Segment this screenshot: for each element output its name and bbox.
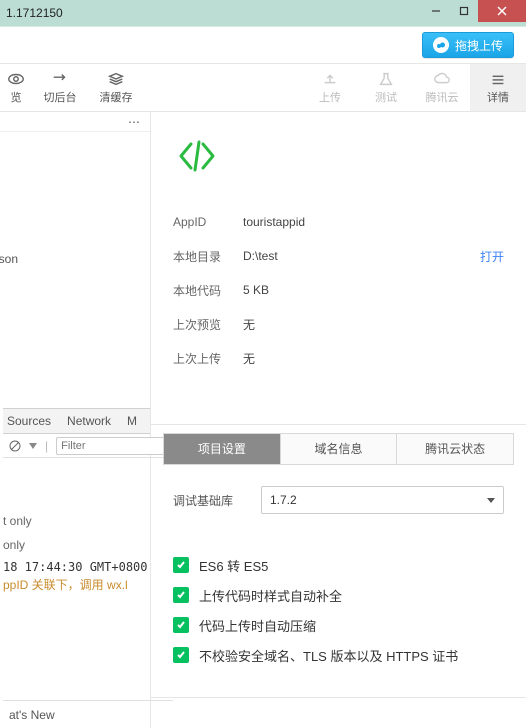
upload-bar: 拖拽上传 bbox=[0, 26, 526, 64]
toolbar-preview[interactable]: 览 bbox=[0, 64, 32, 111]
check-style[interactable]: 上传代码时样式自动补全 bbox=[173, 580, 504, 610]
ban-icon[interactable] bbox=[9, 440, 21, 452]
file-item[interactable]: fig.json bbox=[0, 252, 18, 266]
toolbar-details[interactable]: 详情 bbox=[470, 64, 526, 111]
project-detail: AppIDtouristappid 本地目录D:\test 打开 本地代码5 KB… bbox=[151, 112, 526, 402]
base-library-select[interactable]: 1.7.2 bbox=[261, 486, 504, 514]
layers-icon bbox=[107, 71, 125, 87]
window-title: 1.1712150 bbox=[6, 6, 63, 20]
file-ellipsis[interactable]: ⋯ bbox=[0, 112, 150, 132]
cloud-icon bbox=[433, 37, 449, 53]
drag-upload-button[interactable]: 拖拽上传 bbox=[422, 32, 514, 58]
window-controls bbox=[422, 0, 526, 22]
cloud-icon bbox=[433, 71, 451, 87]
chevron-down-icon bbox=[487, 498, 495, 503]
app-logo-icon bbox=[173, 136, 504, 179]
checkbox-checked-icon bbox=[173, 587, 189, 603]
check-es6[interactable]: ES6 转 ES5 bbox=[173, 550, 504, 580]
appid-label: AppID bbox=[173, 215, 243, 229]
flask-icon bbox=[377, 71, 395, 87]
last-preview-value: 无 bbox=[243, 316, 255, 333]
local-dir-label: 本地目录 bbox=[173, 248, 243, 265]
maximize-button[interactable] bbox=[450, 0, 478, 22]
devtools-tabs: Sources Network M bbox=[3, 408, 150, 434]
checkbox-checked-icon bbox=[173, 647, 189, 663]
dropdown-icon[interactable] bbox=[29, 443, 37, 449]
last-upload-label: 上次上传 bbox=[173, 350, 243, 367]
check-no-verify[interactable]: 不校验安全域名、TLS 版本以及 HTTPS 证书 bbox=[173, 640, 504, 670]
eye-icon bbox=[7, 71, 25, 87]
checkbox-checked-icon bbox=[173, 617, 189, 633]
drag-upload-label: 拖拽上传 bbox=[455, 37, 503, 54]
tab-cloud-status[interactable]: 腾讯云状态 bbox=[397, 434, 513, 464]
toolbar: 览 切后台 清缓存 上传 测试 腾讯云 详情 bbox=[0, 64, 526, 112]
settings-tabs: 项目设置 域名信息 腾讯云状态 bbox=[151, 424, 526, 464]
toolbar-test[interactable]: 测试 bbox=[358, 64, 414, 111]
toolbar-background[interactable]: 切后台 bbox=[32, 64, 88, 111]
appid-value: touristappid bbox=[243, 215, 305, 229]
divider bbox=[151, 697, 526, 698]
menu-icon bbox=[489, 71, 507, 87]
base-library-label: 调试基础库 bbox=[173, 492, 249, 509]
local-code-label: 本地代码 bbox=[173, 282, 243, 299]
toolbar-tencent-cloud[interactable]: 腾讯云 bbox=[414, 64, 470, 111]
toolbar-upload[interactable]: 上传 bbox=[302, 64, 358, 111]
switch-icon bbox=[51, 71, 69, 87]
local-dir-value: D:\test bbox=[243, 249, 278, 263]
titlebar: 1.1712150 bbox=[0, 0, 526, 26]
whats-new[interactable]: at's New bbox=[3, 700, 173, 728]
tab-domain-info[interactable]: 域名信息 bbox=[281, 434, 398, 464]
open-dir-link[interactable]: 打开 bbox=[480, 248, 504, 265]
close-button[interactable] bbox=[478, 0, 526, 22]
devtool-tab-more[interactable]: M bbox=[127, 414, 137, 428]
devtool-tab-network[interactable]: Network bbox=[67, 414, 111, 428]
local-code-value: 5 KB bbox=[243, 283, 269, 297]
last-upload-value: 无 bbox=[243, 350, 255, 367]
check-compress[interactable]: 代码上传时自动压缩 bbox=[173, 610, 504, 640]
minimize-button[interactable] bbox=[422, 0, 450, 22]
checkbox-checked-icon bbox=[173, 557, 189, 573]
tab-project-settings[interactable]: 项目设置 bbox=[164, 434, 281, 464]
upload-icon bbox=[321, 71, 339, 87]
devtool-tab-sources[interactable]: Sources bbox=[7, 414, 51, 428]
toolbar-clear-cache[interactable]: 清缓存 bbox=[88, 64, 144, 111]
settings-panel: 调试基础库 1.7.2 ES6 转 ES5 上传代码时样式自动补全 代码上传时自… bbox=[151, 486, 526, 670]
last-preview-label: 上次预览 bbox=[173, 316, 243, 333]
base-library-value: 1.7.2 bbox=[270, 493, 297, 507]
